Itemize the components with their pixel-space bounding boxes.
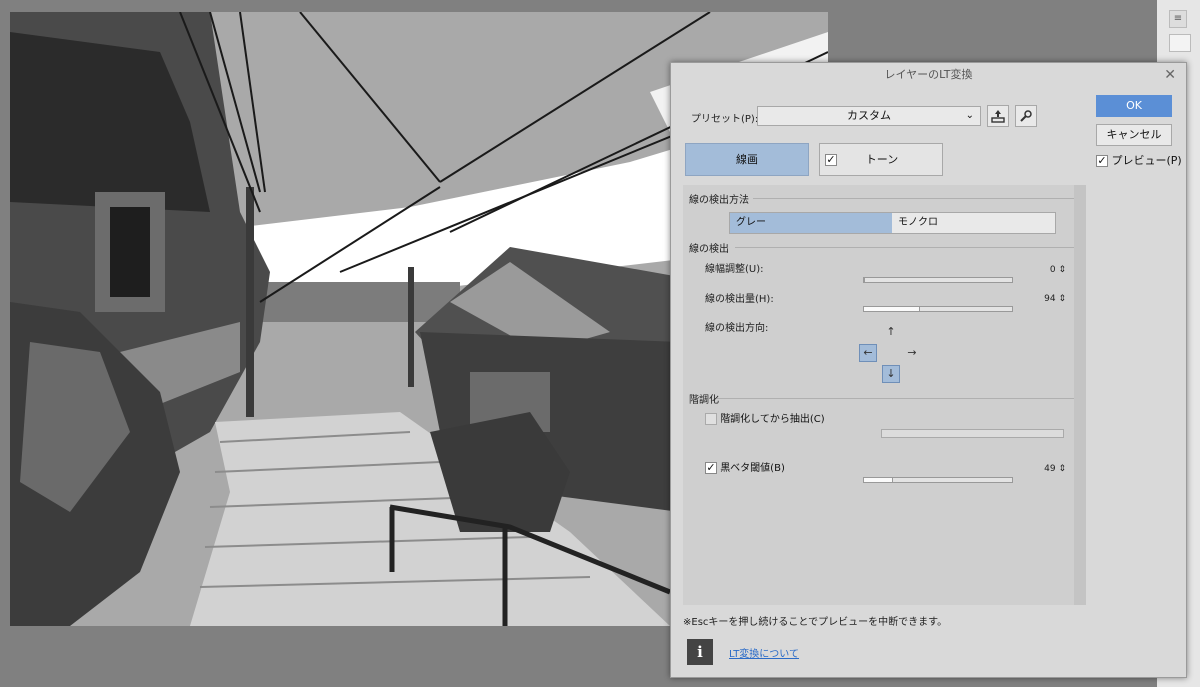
tab-tone-label: トーン (865, 153, 899, 166)
preset-select[interactable]: カスタム ⌄ (757, 106, 981, 126)
option-mono[interactable]: モノクロ (892, 213, 1055, 233)
extract-after-checkbox[interactable]: 階調化してから抽出(C) (705, 410, 825, 425)
black-threshold-check-icon[interactable]: ✓ (705, 462, 717, 474)
extract-after-label: 階調化してから抽出(C) (720, 414, 825, 425)
panel-scrollbar[interactable] (1074, 185, 1086, 605)
help-link[interactable]: LT変換について (729, 645, 799, 660)
detection-method-segmented[interactable]: グレー モノクロ (729, 212, 1056, 234)
dialog-titlebar[interactable]: レイヤーのLT変換 ✕ (671, 63, 1186, 87)
save-preset-button[interactable] (987, 105, 1009, 127)
cancel-button[interactable]: キャンセル (1096, 124, 1172, 146)
wrench-icon (1020, 110, 1032, 122)
detection-direction-label: 線の検出方向: (705, 323, 769, 334)
slider-fill (864, 307, 920, 311)
info-icon: i (687, 639, 713, 665)
settings-button[interactable] (1015, 105, 1037, 127)
lt-conversion-dialog: レイヤーのLT変換 ✕ プリセット(P): カスタム ⌄ OK キャンセル ✓ … (670, 62, 1187, 678)
divider (717, 398, 1079, 399)
save-preset-icon (991, 110, 1005, 123)
arrow-left-icon[interactable]: ← (859, 344, 877, 362)
detection-amount-value[interactable]: 94 ⇕ (1026, 294, 1066, 304)
preview-check-icon[interactable]: ✓ (1096, 155, 1108, 167)
arrow-up-icon[interactable]: ↑ (882, 323, 900, 341)
extract-after-check-icon[interactable] (705, 413, 717, 425)
tab-tone[interactable]: ✓ トーン (819, 143, 943, 176)
menu-icon[interactable]: ≡ (1169, 10, 1187, 28)
black-threshold-value[interactable]: 49 ⇕ (1026, 464, 1066, 474)
tab-line-art[interactable]: 線画 (685, 143, 809, 176)
ok-button[interactable]: OK (1096, 95, 1172, 117)
line-art-settings-panel: 線の検出方法 グレー モノクロ 線の検出 線幅調整(U): 0 ⇕ 線の検出量(… (683, 185, 1086, 605)
width-adjust-value[interactable]: 0 ⇕ (1026, 265, 1066, 275)
slider-fill (864, 478, 893, 482)
divider (753, 198, 1079, 199)
preset-value: カスタム (847, 109, 891, 122)
option-gray[interactable]: グレー (730, 213, 892, 233)
preset-label: プリセット(P): (691, 114, 759, 125)
width-adjust-slider[interactable] (863, 277, 1013, 283)
black-threshold-label: 黒ベタ閾値(B) (720, 463, 785, 474)
chevron-down-icon: ⌄ (965, 110, 974, 121)
black-threshold-checkbox[interactable]: ✓ 黒ベタ閾値(B) (705, 459, 785, 474)
arrow-down-icon[interactable]: ↓ (882, 365, 900, 383)
dialog-title: レイヤーのLT変換 (884, 68, 973, 81)
section-line-detection-title: 線の検出 (689, 244, 729, 255)
preview-label: プレビュー(P) (1111, 154, 1182, 167)
detection-amount-label: 線の検出量(H): (705, 294, 774, 305)
width-adjust-label: 線幅調整(U): (705, 264, 764, 275)
divider (735, 247, 1079, 248)
preview-interrupt-note: ※Escキーを押し続けることでプレビューを中断できます。 (683, 617, 948, 628)
detection-amount-slider[interactable] (863, 306, 1013, 312)
preview-checkbox[interactable]: ✓ プレビュー(P) (1096, 152, 1182, 168)
close-icon[interactable]: ✕ (1164, 63, 1176, 87)
extract-after-slider-disabled (881, 429, 1064, 438)
section-detection-method-title: 線の検出方法 (689, 195, 749, 206)
panel-toggle-button[interactable] (1169, 34, 1191, 52)
arrow-right-icon[interactable]: → (903, 344, 921, 362)
black-threshold-slider[interactable] (863, 477, 1013, 483)
section-gradation-title: 階調化 (689, 395, 719, 406)
slider-fill (864, 278, 865, 282)
